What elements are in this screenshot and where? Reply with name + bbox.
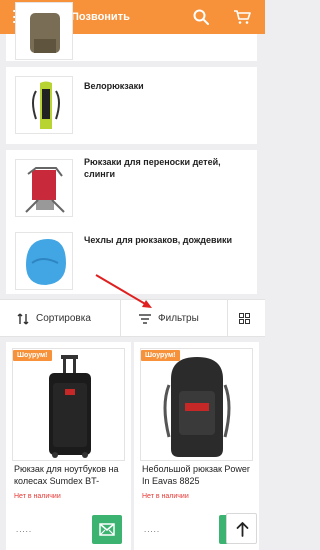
- category-thumbnail: [15, 232, 73, 290]
- category-label: Чехлы для рюкзаков, дождевики: [84, 235, 233, 245]
- product-name[interactable]: Небольшой рюкзак Power In Eavas 8825: [142, 463, 254, 487]
- filter-icon: [139, 313, 151, 324]
- sort-filter-toolbar: Сортировка Фильтры: [0, 299, 265, 337]
- showroom-badge: Шоурум!: [13, 350, 52, 361]
- sort-label: Сортировка: [36, 313, 91, 324]
- product-card[interactable]: Шоурум! Рюкзак для ноутбуков на колесах …: [6, 342, 131, 550]
- category-label-line2: слинги: [84, 169, 115, 179]
- category-item[interactable]: Велорюкзаки: [6, 67, 257, 144]
- sort-button[interactable]: Сортировка: [17, 300, 91, 337]
- product-price: .....: [16, 525, 33, 534]
- filter-button[interactable]: Фильтры: [139, 300, 199, 337]
- toolbar-divider: [227, 300, 228, 337]
- showroom-badge: Шоурум!: [141, 350, 180, 361]
- arrow-up-icon: [236, 522, 249, 537]
- category-item[interactable]: [6, 2, 257, 61]
- search-icon[interactable]: [193, 9, 209, 25]
- product-name[interactable]: Рюкзак для ноутбуков на колесах Sumdex B…: [14, 463, 126, 487]
- call-button[interactable]: Позвонить: [71, 11, 130, 23]
- filter-label: Фильтры: [158, 313, 199, 324]
- category-thumbnail: [15, 2, 73, 60]
- cart-icon[interactable]: [233, 9, 251, 25]
- product-image[interactable]: [12, 348, 125, 461]
- grid-view-icon: [239, 313, 250, 324]
- grid-view-button[interactable]: [239, 300, 250, 337]
- category-item[interactable]: Рюкзаки для переноски детей, слинги: [6, 150, 257, 227]
- toolbar-divider: [120, 300, 121, 337]
- category-label: Рюкзаки для переноски детей,: [84, 157, 221, 167]
- notify-button[interactable]: [92, 515, 122, 544]
- product-image[interactable]: [140, 348, 253, 461]
- category-thumbnail: [15, 76, 73, 134]
- category-item[interactable]: Чехлы для рюкзаков, дождевики: [6, 223, 257, 294]
- product-price: .....: [144, 525, 161, 534]
- sort-icon: [17, 313, 29, 324]
- stock-status: Нет в наличии: [142, 493, 189, 500]
- category-thumbnail: [15, 159, 73, 217]
- mail-icon: [99, 523, 115, 536]
- scroll-top-button[interactable]: [226, 513, 257, 544]
- category-label: Велорюкзаки: [84, 81, 144, 91]
- stock-status: Нет в наличии: [14, 493, 61, 500]
